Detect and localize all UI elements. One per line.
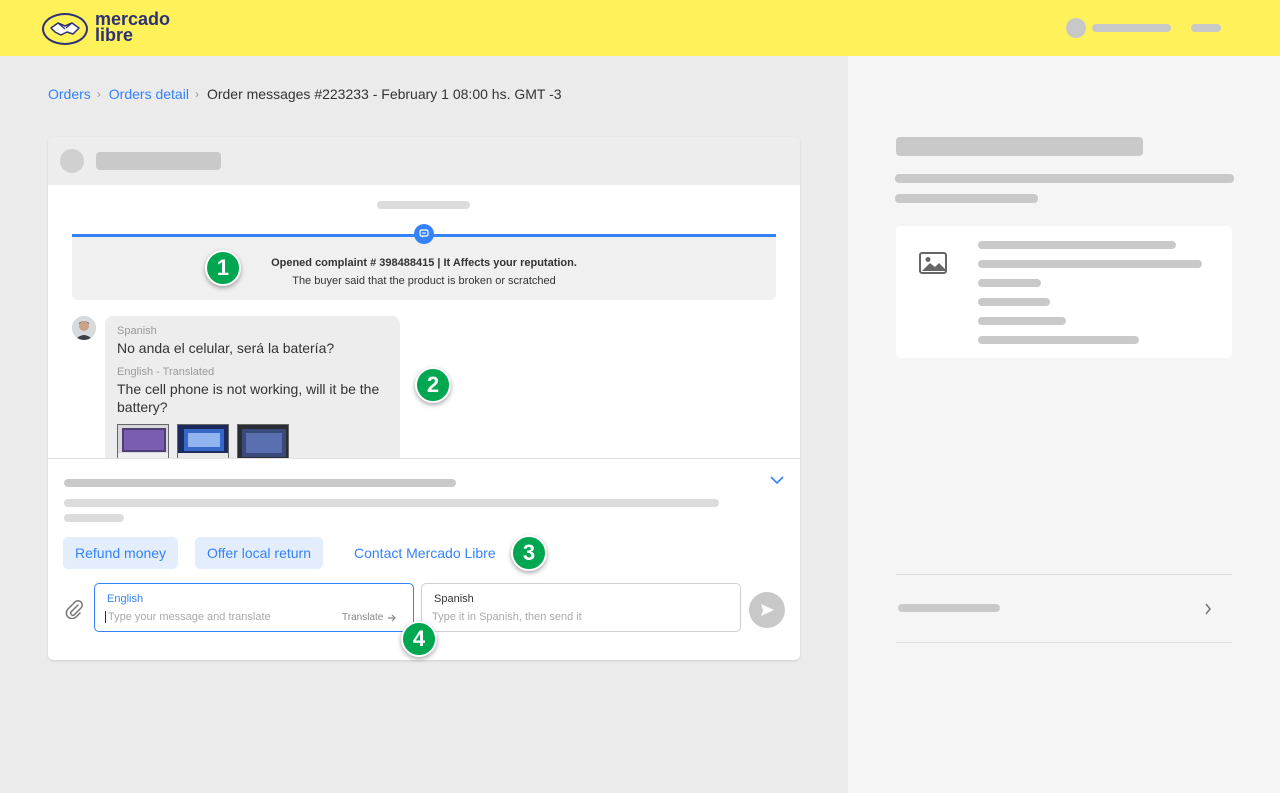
- complaint-description: The buyer said that the product is broke…: [292, 275, 556, 287]
- refund-money-button[interactable]: Refund money: [63, 537, 179, 569]
- breadcrumb-orders-detail[interactable]: Orders detail: [109, 86, 189, 102]
- product-line-placeholder: [978, 260, 1202, 268]
- complaint-title: Opened complaint # 398488415 | It Affect…: [271, 257, 577, 269]
- offer-local-return-button[interactable]: Offer local return: [195, 537, 324, 569]
- message-original-text: No anda el celular, será la batería?: [117, 340, 335, 356]
- composer-text-placeholder: [64, 499, 719, 507]
- image-placeholder-icon: [919, 252, 947, 274]
- spanish-message-input[interactable]: [432, 611, 662, 623]
- breadcrumb-current: Order messages #223233 - February 1 08:0…: [206, 86, 562, 102]
- step-badge-2: 2: [415, 367, 451, 403]
- user-avatar-placeholder[interactable]: [1066, 18, 1086, 38]
- mercado-libre-logo[interactable]: mercado libre: [41, 10, 171, 47]
- breadcrumb-chevron-icon: ›: [194, 87, 199, 101]
- product-line-placeholder: [978, 317, 1066, 325]
- send-button[interactable]: [749, 592, 785, 628]
- step-badge-1: 1: [205, 250, 241, 286]
- breadcrumb: Orders › Orders detail › Order messages …: [48, 86, 562, 102]
- sidebar-divider: [896, 574, 1232, 575]
- product-line-placeholder: [978, 279, 1041, 287]
- paperclip-icon[interactable]: [64, 599, 84, 619]
- sidebar-row-placeholder[interactable]: [898, 604, 1000, 612]
- sidebar-line-placeholder: [895, 174, 1234, 183]
- step-badge-4: 4: [401, 621, 437, 657]
- product-line-placeholder: [978, 298, 1050, 306]
- product-line-placeholder: [978, 241, 1176, 249]
- sidebar-title-placeholder: [896, 137, 1143, 156]
- message-original-language: Spanish: [117, 325, 157, 337]
- card-header: [48, 137, 800, 185]
- buyer-avatar-placeholder: [60, 149, 84, 173]
- right-sidebar: [848, 56, 1280, 793]
- translate-label: Translate: [342, 612, 384, 623]
- english-field-label: English: [107, 593, 144, 605]
- menu-placeholder[interactable]: [1191, 24, 1221, 32]
- date-placeholder: [377, 201, 470, 209]
- spanish-field-label: Spanish: [434, 593, 474, 605]
- english-message-input[interactable]: [105, 611, 325, 623]
- spanish-input-field[interactable]: Spanish: [421, 583, 741, 632]
- composer-text-placeholder: [64, 514, 124, 522]
- composer-text-placeholder: [64, 479, 456, 487]
- step-badge-3: 3: [511, 535, 547, 571]
- english-input-field[interactable]: English Translate: [94, 583, 414, 632]
- breadcrumb-orders[interactable]: Orders: [48, 86, 91, 102]
- sidebar-divider: [896, 642, 1232, 643]
- message-bubble-icon: [414, 224, 434, 244]
- send-icon: [761, 604, 774, 616]
- user-name-placeholder[interactable]: [1092, 24, 1171, 32]
- message-translated-language: English - Translated: [117, 366, 215, 378]
- buyer-message-bubble: Spanish No anda el celular, será la bate…: [105, 316, 400, 476]
- arrow-right-icon: [388, 614, 397, 621]
- contact-mercado-libre-link[interactable]: Contact Mercado Libre: [354, 545, 496, 561]
- buyer-name-placeholder: [96, 152, 221, 170]
- message-translated-text: The cell phone is not working, will it b…: [117, 381, 380, 415]
- logo-text-line2: libre: [95, 25, 134, 45]
- buyer-avatar: [72, 316, 96, 340]
- sidebar-line-placeholder: [895, 194, 1038, 203]
- translate-button[interactable]: Translate: [342, 612, 397, 623]
- top-header: mercado libre: [0, 0, 1280, 56]
- chevron-right-icon[interactable]: [1204, 603, 1212, 615]
- product-line-placeholder: [978, 336, 1139, 344]
- chevron-down-icon[interactable]: [770, 475, 784, 485]
- breadcrumb-chevron-icon: ›: [96, 87, 101, 101]
- complaint-banner: Opened complaint # 398488415 | It Affect…: [72, 224, 776, 300]
- handshake-logo-icon: [42, 13, 88, 45]
